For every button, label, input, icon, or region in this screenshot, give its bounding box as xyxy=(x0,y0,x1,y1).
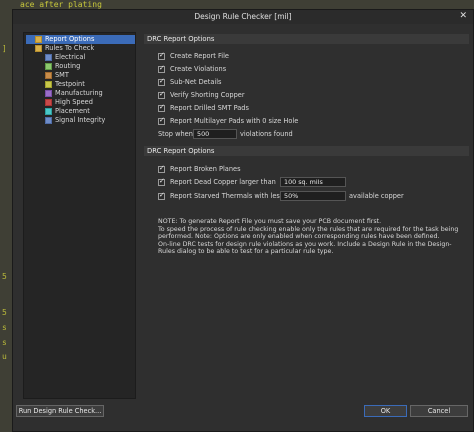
folder-icon xyxy=(35,44,42,52)
checkbox-report-dead-copper[interactable]: Report Dead Copper larger than xyxy=(158,177,276,187)
editor-background-mark: s xyxy=(2,338,7,347)
tree-item-label: High Speed xyxy=(55,98,93,106)
tree-item-label: Rules To Check xyxy=(45,44,95,52)
manufacturing-rule-icon xyxy=(45,89,52,97)
checkbox-label: Create Violations xyxy=(170,65,227,73)
tree-item-label: Placement xyxy=(55,107,90,115)
tree-item-testpoint[interactable]: Testpoint xyxy=(26,80,85,89)
tree-item-label: Signal Integrity xyxy=(55,116,106,124)
checkbox-checked-icon[interactable] xyxy=(158,164,165,173)
tree-item-label: Electrical xyxy=(55,53,86,61)
tree-item-label: Routing xyxy=(55,62,81,70)
checkbox-report-starved-thermals[interactable]: Report Starved Thermals with less than xyxy=(158,191,300,201)
checkbox-label: Verify Shorting Copper xyxy=(170,91,245,99)
tree-item-smt[interactable]: SMT xyxy=(26,71,69,80)
placement-rule-icon xyxy=(45,107,52,115)
routing-rule-icon xyxy=(45,62,52,70)
section-header-drc-report-options: DRC Report Options xyxy=(144,34,469,44)
editor-background-mark: 5 xyxy=(2,272,7,281)
checkbox-label: Report Multilayer Pads with 0 size Hole xyxy=(170,117,299,125)
cancel-button[interactable]: Cancel xyxy=(410,405,468,417)
tree-item-rules-to-check[interactable]: Rules To Check xyxy=(26,44,94,53)
electrical-rule-icon xyxy=(45,53,52,61)
editor-background-text: ace after plating xyxy=(20,0,102,9)
drc-note-text: NOTE: To generate Report File you must s… xyxy=(158,218,459,256)
stop-when-label: Stop when xyxy=(158,130,193,138)
tree-item-high-speed[interactable]: High Speed xyxy=(26,98,93,107)
checkbox-sub-net-details[interactable]: Sub-Net Details xyxy=(158,77,222,87)
checkbox-checked-icon[interactable] xyxy=(158,177,165,186)
editor-background-mark: s xyxy=(2,323,7,332)
checkbox-label: Report Broken Planes xyxy=(170,165,241,173)
dead-copper-input[interactable]: 100 sq. mils xyxy=(280,177,346,187)
checkbox-label: Report Drilled SMT Pads xyxy=(170,104,249,112)
checkbox-create-report-file[interactable]: Create Report File xyxy=(158,51,229,61)
checkbox-label: Sub-Net Details xyxy=(170,78,222,86)
options-tree[interactable]: Report Options Rules To Check Electrical… xyxy=(23,32,136,399)
tree-item-label: SMT xyxy=(55,71,69,79)
checkbox-report-multilayer-pads[interactable]: Report Multilayer Pads with 0 size Hole xyxy=(158,116,299,126)
tree-item-signal-integrity[interactable]: Signal Integrity xyxy=(26,116,105,125)
editor-background-mark: u xyxy=(2,352,7,361)
run-design-rule-check-button[interactable]: Run Design Rule Check... xyxy=(16,405,104,417)
checkbox-checked-icon[interactable] xyxy=(158,77,165,86)
checkbox-checked-icon[interactable] xyxy=(158,103,165,112)
starved-thermals-input[interactable]: 50% xyxy=(280,191,346,201)
section-header-drc-report-options: DRC Report Options xyxy=(144,146,469,156)
smt-rule-icon xyxy=(45,71,52,79)
checkbox-verify-shorting-copper[interactable]: Verify Shorting Copper xyxy=(158,90,245,100)
violations-found-label: violations found xyxy=(240,130,293,138)
report-options-panel: DRC Report Options Create Report File Cr… xyxy=(144,32,469,399)
tree-item-routing[interactable]: Routing xyxy=(26,62,80,71)
checkbox-checked-icon[interactable] xyxy=(158,191,165,200)
checkbox-checked-icon[interactable] xyxy=(158,64,165,73)
signal-integrity-rule-icon xyxy=(45,116,52,124)
available-copper-label: available copper xyxy=(349,192,404,200)
tree-item-placement[interactable]: Placement xyxy=(26,107,90,116)
tree-item-electrical[interactable]: Electrical xyxy=(26,53,85,62)
folder-icon xyxy=(35,35,42,43)
checkbox-create-violations[interactable]: Create Violations xyxy=(158,64,227,74)
tree-item-report-options[interactable]: Report Options xyxy=(26,35,135,44)
checkbox-checked-icon[interactable] xyxy=(158,90,165,99)
tree-item-manufacturing[interactable]: Manufacturing xyxy=(26,89,103,98)
dialog-titlebar[interactable]: Design Rule Checker [mil] ✕ xyxy=(13,10,473,24)
stop-when-input[interactable]: 500 xyxy=(193,129,237,139)
ok-button[interactable]: OK xyxy=(364,405,407,417)
design-rule-checker-dialog: Design Rule Checker [mil] ✕ Report Optio… xyxy=(12,9,474,432)
editor-background-mark: 5 xyxy=(2,308,7,317)
checkbox-checked-icon[interactable] xyxy=(158,116,165,125)
tree-item-label: Report Options xyxy=(45,35,95,43)
high-speed-rule-icon xyxy=(45,98,52,106)
dialog-title: Design Rule Checker [mil] xyxy=(194,12,292,21)
close-icon[interactable]: ✕ xyxy=(459,11,467,21)
testpoint-rule-icon xyxy=(45,80,52,88)
checkbox-checked-icon[interactable] xyxy=(158,51,165,60)
checkbox-report-drilled-smt-pads[interactable]: Report Drilled SMT Pads xyxy=(158,103,249,113)
checkbox-report-broken-planes[interactable]: Report Broken Planes xyxy=(158,164,241,174)
tree-item-label: Manufacturing xyxy=(55,89,103,97)
tree-item-label: Testpoint xyxy=(55,80,85,88)
checkbox-label: Report Dead Copper larger than xyxy=(170,178,276,186)
checkbox-label: Create Report File xyxy=(170,52,229,60)
editor-background-mark: ] xyxy=(2,44,7,53)
